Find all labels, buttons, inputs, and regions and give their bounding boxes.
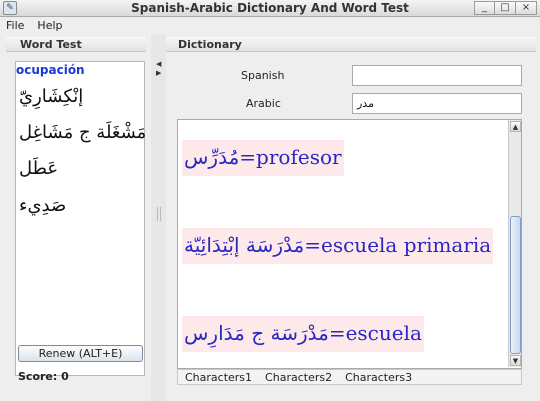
entry-spanish: =escuela [328, 321, 422, 345]
window-title: Spanish-Arabic Dictionary And Word Test [131, 1, 409, 15]
entry-arabic: مَدْرَسَة ج مَدَارِس [184, 321, 329, 345]
tab-characters2[interactable]: Characters2 [258, 371, 336, 384]
menu-help[interactable]: Help [31, 19, 69, 32]
character-tabs: Characters1 Characters2 Characters3 [177, 369, 522, 385]
dictionary-entry: مُدَرِّس=profesor [182, 140, 344, 176]
entry-arabic: مَدْرَسَة إبْتِدَائِيّة [184, 233, 305, 257]
word-choice-1[interactable]: إنْكِشَارِيّ [19, 86, 83, 107]
spanish-input[interactable] [352, 65, 522, 86]
arabic-input[interactable]: مدر [352, 93, 522, 114]
word-list-area [15, 61, 145, 376]
spanish-label: Spanish [241, 69, 285, 82]
current-word: ocupación [16, 63, 85, 77]
entry-arabic: مُدَرِّس [184, 145, 240, 169]
score-label: Score: 0 [18, 370, 69, 383]
entry-spanish: =profesor [239, 145, 342, 169]
tab-characters1[interactable]: Characters1 [178, 371, 256, 384]
word-choice-4[interactable]: صَدِيء [19, 195, 66, 216]
dictionary-entry: مَدْرَسَة ج مَدَارِس=escuela [182, 316, 424, 352]
renew-button[interactable]: Renew (ALT+E) [18, 345, 143, 362]
collapse-left-arrow-icon[interactable]: ◀ [156, 60, 161, 68]
dictionary-entry: مَدْرَسَة إبْتِدَائِيّة=escuela primaria [182, 228, 494, 264]
scroll-thumb[interactable] [510, 216, 521, 354]
close-button[interactable]: × [516, 1, 537, 15]
word-choice-2[interactable]: مَشْغَلَة ج مَشَاغِل [19, 122, 146, 143]
word-test-header: Word Test [6, 37, 146, 52]
maximize-button[interactable]: □ [495, 1, 516, 15]
tab-characters3[interactable]: Characters3 [338, 371, 416, 384]
title-bar: ✎ Spanish-Arabic Dictionary And Word Tes… [0, 0, 540, 17]
expand-right-arrow-icon[interactable]: ▶ [156, 69, 161, 77]
menu-file[interactable]: File [0, 19, 31, 32]
window-controls: _ □ × [474, 1, 537, 15]
word-choice-3[interactable]: عَطَل [19, 158, 58, 179]
entry-spanish: =escuela primaria [304, 233, 492, 257]
dictionary-header: Dictionary [166, 37, 536, 52]
scroll-up-arrow-icon[interactable]: ▲ [510, 121, 521, 132]
splitter-grip-icon [157, 207, 161, 221]
minimize-button[interactable]: _ [474, 1, 495, 15]
arabic-label: Arabic [246, 97, 281, 110]
menu-bar: File Help [0, 17, 540, 34]
results-scrollbar[interactable]: ▲ ▼ [508, 120, 521, 367]
scroll-down-arrow-icon[interactable]: ▼ [510, 355, 521, 366]
